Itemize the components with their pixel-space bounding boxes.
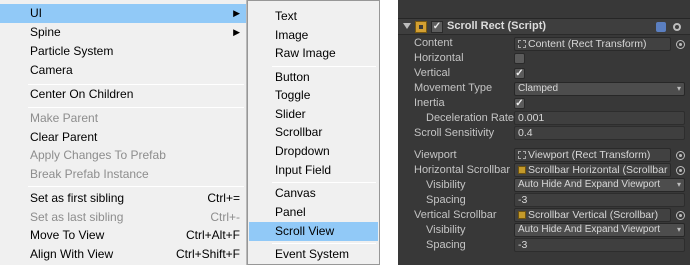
- submenu-item-panel[interactable]: Panel: [249, 203, 378, 222]
- component-enabled-checkbox[interactable]: ✓: [431, 21, 443, 33]
- object-picker-icon[interactable]: [676, 151, 685, 160]
- rect-transform-icon: [518, 151, 526, 159]
- horizontal-scrollbar-field[interactable]: Scrollbar Horizontal (Scrollbar: [514, 163, 671, 177]
- content-label: Content: [414, 37, 453, 49]
- h-spacing-label: Spacing: [426, 194, 466, 206]
- menu-separator: [28, 107, 244, 108]
- menu-item-apply-changes-to-prefab[interactable]: Apply Changes To Prefab: [0, 146, 246, 165]
- h-visibility-dropdown[interactable]: Auto Hide And Expand Viewport ▾: [514, 178, 685, 192]
- menu-item-set-as-last-sibling[interactable]: Set as last sibling Ctrl+-: [0, 208, 246, 227]
- menu-item-move-to-view[interactable]: Move To View Ctrl+Alt+F: [0, 226, 246, 245]
- menu-item-particle-system[interactable]: Particle System: [0, 42, 246, 61]
- object-picker-icon[interactable]: [676, 166, 685, 175]
- inspector-panel: ✓ Scroll Rect (Script) Content Content (…: [398, 0, 690, 265]
- menu-separator: [272, 182, 376, 183]
- dropdown-arrow-icon: ▾: [676, 225, 681, 234]
- menu-item-ui[interactable]: UI ▶: [0, 4, 246, 23]
- vertical-label: Vertical: [414, 67, 451, 79]
- background-gap: [380, 0, 398, 265]
- vertical-scrollbar-label: Vertical Scrollbar: [414, 209, 497, 221]
- submenu-item-dropdown[interactable]: Dropdown: [249, 142, 378, 161]
- foldout-arrow-icon[interactable]: [403, 23, 411, 29]
- menu-item-make-parent[interactable]: Make Parent: [0, 109, 246, 128]
- movement-type-dropdown[interactable]: Clamped ▾: [514, 82, 685, 96]
- horizontal-scrollbar-label: Horizontal Scrollbar: [414, 164, 510, 176]
- menu-item-spine[interactable]: Spine ▶: [0, 23, 246, 42]
- horizontal-checkbox[interactable]: [514, 53, 525, 64]
- v-spacing-label: Spacing: [426, 239, 466, 251]
- script-component-icon: [415, 21, 427, 33]
- dropdown-arrow-icon: ▾: [676, 180, 681, 189]
- submenu-arrow-icon: ▶: [233, 8, 240, 18]
- menu-separator: [272, 243, 376, 244]
- component-header[interactable]: ✓ Scroll Rect (Script): [398, 18, 690, 35]
- menu-separator: [28, 186, 244, 187]
- submenu-item-scroll-view[interactable]: Scroll View: [249, 222, 378, 241]
- rect-transform-icon: [518, 40, 526, 48]
- dropdown-arrow-icon: ▾: [676, 84, 681, 93]
- h-visibility-label: Visibility: [426, 179, 466, 191]
- deceleration-rate-label: Deceleration Rate: [426, 112, 515, 124]
- menu-separator: [272, 66, 376, 67]
- menu-item-camera[interactable]: Camera: [0, 61, 246, 80]
- vertical-scrollbar-field[interactable]: Scrollbar Vertical (Scrollbar): [514, 208, 671, 222]
- horizontal-label: Horizontal: [414, 52, 464, 64]
- submenu-item-toggle[interactable]: Toggle: [249, 86, 378, 105]
- submenu-item-input-field[interactable]: Input Field: [249, 161, 378, 180]
- scrollbar-script-icon: [518, 211, 526, 219]
- ui-submenu: Text Image Raw Image Button Toggle Slide…: [247, 0, 380, 265]
- menu-item-set-as-first-sibling[interactable]: Set as first sibling Ctrl+=: [0, 189, 246, 208]
- scrollbar-script-icon: [518, 166, 526, 174]
- deceleration-rate-field[interactable]: 0.001: [514, 111, 685, 125]
- submenu-item-slider[interactable]: Slider: [249, 105, 378, 124]
- submenu-item-image[interactable]: Image: [249, 26, 378, 45]
- help-book-icon[interactable]: [656, 22, 666, 32]
- movement-type-label: Movement Type: [414, 82, 493, 94]
- submenu-item-text[interactable]: Text: [249, 7, 378, 26]
- content-field[interactable]: Content (Rect Transform): [514, 37, 671, 51]
- inertia-checkbox[interactable]: ✓: [514, 98, 525, 109]
- submenu-item-event-system[interactable]: Event System: [249, 245, 378, 264]
- gear-icon[interactable]: [672, 22, 682, 32]
- submenu-item-canvas[interactable]: Canvas: [249, 184, 378, 203]
- menu-item-clear-parent[interactable]: Clear Parent: [0, 128, 246, 147]
- submenu-arrow-icon: ▶: [233, 27, 240, 37]
- scroll-sensitivity-field[interactable]: 0.4: [514, 126, 685, 140]
- viewport-label: Viewport: [414, 149, 457, 161]
- viewport-field[interactable]: Viewport (Rect Transform): [514, 148, 671, 162]
- h-spacing-field[interactable]: -3: [514, 193, 685, 207]
- submenu-item-scrollbar[interactable]: Scrollbar: [249, 123, 378, 142]
- inertia-label: Inertia: [414, 97, 445, 109]
- object-picker-icon[interactable]: [676, 211, 685, 220]
- scroll-sensitivity-label: Scroll Sensitivity: [414, 127, 495, 139]
- component-title: Scroll Rect (Script): [447, 20, 547, 32]
- menu-item-align-with-view[interactable]: Align With View Ctrl+Shift+F: [0, 245, 246, 264]
- menu-item-center-on-children[interactable]: Center On Children: [0, 85, 246, 104]
- submenu-item-raw-image[interactable]: Raw Image: [249, 44, 378, 63]
- v-visibility-dropdown[interactable]: Auto Hide And Expand Viewport ▾: [514, 223, 685, 237]
- object-picker-icon[interactable]: [676, 40, 685, 49]
- menu-item-break-prefab-instance[interactable]: Break Prefab Instance: [0, 165, 246, 184]
- v-spacing-field[interactable]: -3: [514, 238, 685, 252]
- context-menu: UI ▶ Spine ▶ Particle System Camera Cent…: [0, 0, 247, 265]
- v-visibility-label: Visibility: [426, 224, 466, 236]
- submenu-item-button[interactable]: Button: [249, 68, 378, 87]
- vertical-checkbox[interactable]: ✓: [514, 68, 525, 79]
